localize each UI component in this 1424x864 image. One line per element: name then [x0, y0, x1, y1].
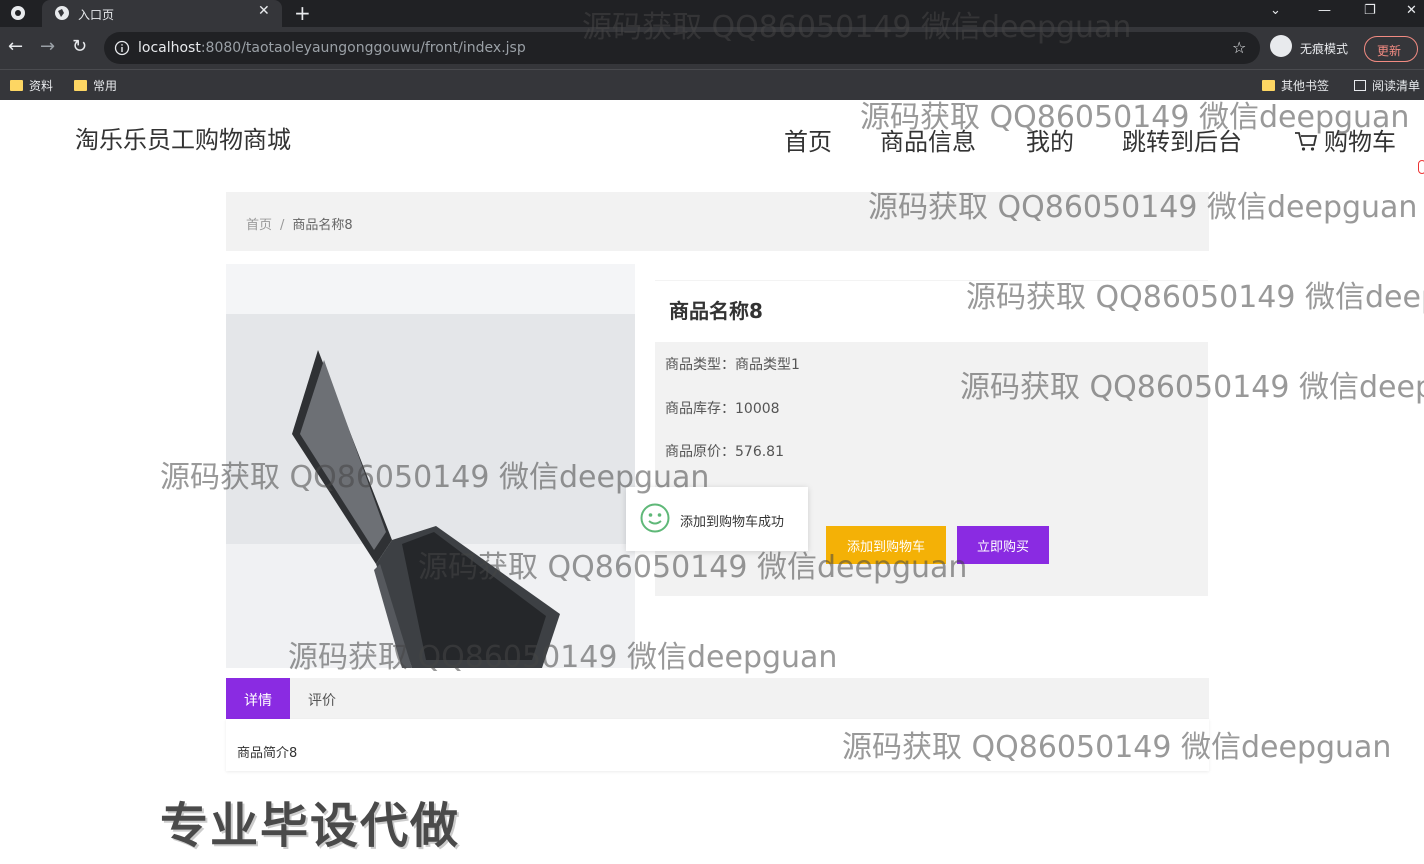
- nav-products[interactable]: 商品信息: [880, 122, 976, 157]
- web-page: 淘乐乐员工购物商城 首页 商品信息 我的 跳转到后台 购物车 首页 / 商品名称8 …: [0, 100, 1424, 864]
- incognito-label: 无痕模式: [1300, 42, 1349, 56]
- folder-icon: [10, 80, 23, 91]
- product-stock-label: 商品库存：: [665, 401, 735, 417]
- folder-icon: [74, 80, 87, 91]
- overlay-banner: 专业毕设代做: [160, 798, 461, 854]
- browser-tab[interactable]: 入口页 ✕: [42, 0, 282, 27]
- url-host: localhost: [138, 40, 201, 56]
- bookmark-folder-1[interactable]: 资料: [10, 77, 53, 94]
- reading-list-icon: [1354, 80, 1366, 91]
- info-icon[interactable]: [114, 40, 130, 56]
- product-name-box: 商品名称8: [655, 280, 1208, 332]
- product-type-row: 商品类型：商品类型1: [665, 354, 800, 374]
- bookmarks-bar: 资料 常用 其他书签 阅读清单: [0, 69, 1424, 100]
- bookmark-star-icon[interactable]: ☆: [1232, 38, 1246, 57]
- breadcrumb: 首页 / 商品名称8: [226, 192, 1209, 251]
- browser-app-icon: [11, 6, 25, 20]
- product-description: 商品简介8: [226, 719, 1209, 771]
- laptop-illustration: [226, 264, 635, 668]
- nav-admin[interactable]: 跳转到后台: [1122, 122, 1242, 157]
- product-price-value: 576.81: [735, 444, 784, 460]
- tab-strip: 入口页 ✕ + ⌄ — ❐ ✕: [0, 0, 1424, 27]
- folder-icon: [1262, 80, 1275, 91]
- url-path: :8080/taotaoleyaungonggouwu/front/index.…: [200, 40, 526, 56]
- browser-chrome: 入口页 ✕ + ⌄ — ❐ ✕ ← → ↻ localhost:8080/tao…: [0, 0, 1424, 100]
- breadcrumb-separator: /: [280, 218, 285, 233]
- add-to-cart-button[interactable]: 添加到购物车: [826, 526, 946, 564]
- cart-icon: [1295, 132, 1318, 151]
- other-bookmarks-label: 其他书签: [1281, 79, 1330, 93]
- site-title[interactable]: 淘乐乐员工购物商城: [75, 120, 291, 155]
- product-type-label: 商品类型：: [665, 357, 735, 373]
- address-bar[interactable]: localhost:8080/taotaoleyaungonggouwu/fro…: [104, 32, 1260, 64]
- tab-review[interactable]: 评价: [308, 690, 336, 710]
- close-window-icon[interactable]: ✕: [1406, 3, 1417, 18]
- update-button[interactable]: 更新: [1364, 36, 1418, 62]
- buy-now-button[interactable]: 立即购买: [957, 526, 1049, 564]
- product-type-value: 商品类型1: [735, 357, 800, 373]
- tab-close-icon[interactable]: ✕: [258, 3, 270, 19]
- product-name: 商品名称8: [669, 299, 763, 323]
- tab-search-icon[interactable]: ⌄: [1270, 3, 1281, 18]
- toast-message: 添加到购物车成功: [680, 515, 785, 530]
- back-icon[interactable]: ←: [8, 37, 23, 57]
- restore-icon[interactable]: ❐: [1364, 3, 1376, 18]
- incognito-icon: [1270, 35, 1292, 57]
- product-stock-value: 10008: [735, 401, 780, 417]
- product-price-label: 商品原价：: [665, 444, 735, 460]
- nav-cart[interactable]: 购物车: [1294, 122, 1396, 157]
- nav-cart-label: 购物车: [1324, 128, 1396, 156]
- globe-icon: [55, 6, 69, 20]
- reading-list[interactable]: 阅读清单: [1354, 77, 1420, 94]
- nav-home[interactable]: 首页: [784, 122, 832, 157]
- edge-indicator: [1418, 160, 1424, 174]
- browser-toolbar: ← → ↻ localhost:8080/taotaoleyaungonggou…: [0, 27, 1424, 69]
- success-toast: 添加到购物车成功: [626, 487, 808, 551]
- tab-title: 入口页: [78, 8, 115, 22]
- new-tab-button[interactable]: +: [294, 1, 311, 25]
- bookmark-label: 资料: [29, 79, 54, 93]
- minimize-icon[interactable]: —: [1318, 3, 1331, 18]
- bookmark-label: 常用: [93, 79, 118, 93]
- other-bookmarks[interactable]: 其他书签: [1262, 77, 1329, 94]
- product-price-row: 商品原价：576.81: [665, 441, 784, 461]
- bookmark-folder-2[interactable]: 常用: [74, 77, 117, 94]
- url-text[interactable]: localhost:8080/taotaoleyaungonggouwu/fro…: [138, 40, 526, 56]
- nav-mine[interactable]: 我的: [1026, 122, 1074, 157]
- breadcrumb-current: 商品名称8: [292, 218, 353, 233]
- product-image: [226, 264, 635, 668]
- detail-tabs: 详情 评价: [226, 678, 1209, 719]
- breadcrumb-home[interactable]: 首页: [246, 218, 272, 233]
- smiley-icon: [640, 503, 670, 533]
- product-info-box: 商品类型：商品类型1 商品库存：10008 商品原价：576.81 添加到购物车…: [655, 342, 1208, 596]
- forward-icon[interactable]: →: [40, 37, 55, 57]
- reading-list-label: 阅读清单: [1372, 79, 1421, 93]
- tab-detail[interactable]: 详情: [226, 678, 290, 719]
- product-stock-row: 商品库存：10008: [665, 398, 780, 418]
- reload-icon[interactable]: ↻: [72, 37, 87, 57]
